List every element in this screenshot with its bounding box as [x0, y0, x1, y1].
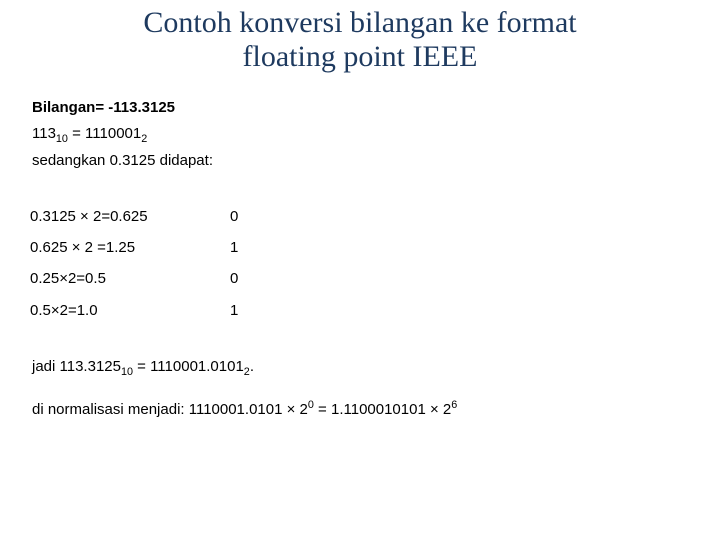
title-line-1: Contoh konversi bilangan ke format [143, 6, 576, 39]
step-row: 0.625 × 2 =1.25 1 [30, 232, 270, 263]
step-bit: 1 [230, 232, 270, 263]
norm-prefix: di normalisasi menjadi: 1110001.0101 × 2 [32, 401, 308, 418]
spacer [30, 175, 690, 201]
step-bit: 1 [230, 295, 270, 326]
jadi-prefix: jadi 113.3125 [32, 358, 121, 375]
int-dec: 113 [32, 125, 56, 142]
title-line-2: floating point IEEE [243, 40, 478, 73]
int-conversion-line: 11310 = 11100012 [30, 122, 690, 145]
step-calc: 0.25×2=0.5 [30, 263, 230, 294]
step-calc: 0.625 × 2 =1.25 [30, 232, 230, 263]
bilangan-line: Bilangan= -113.3125 [30, 96, 690, 119]
step-bit: 0 [230, 263, 270, 294]
int-bin-sub: 2 [141, 133, 147, 145]
step-row: 0.25×2=0.5 0 [30, 263, 270, 294]
step-bit: 0 [230, 201, 270, 232]
int-dec-sub: 10 [56, 133, 68, 145]
step-calc: 0.5×2=1.0 [30, 295, 230, 326]
norm-exp2: 6 [451, 399, 457, 411]
normalize-line: di normalisasi menjadi: 1110001.0101 × 2… [30, 398, 690, 421]
step-row: 0.3125 × 2=0.625 0 [30, 201, 270, 232]
fraction-steps-table: 0.3125 × 2=0.625 0 0.625 × 2 =1.25 1 0.2… [30, 201, 270, 326]
jadi-sub1: 10 [121, 366, 133, 378]
int-bin: 1110001 [85, 125, 141, 142]
norm-mid: = 1.1100010101 × 2 [314, 401, 451, 418]
spacer [30, 381, 690, 395]
step-row: 0.5×2=1.0 1 [30, 295, 270, 326]
jadi-mid: = 1110001.0101 [133, 358, 244, 375]
jadi-suffix: . [250, 358, 254, 375]
step-calc: 0.3125 × 2=0.625 [30, 201, 230, 232]
jadi-line: jadi 113.312510 = 1110001.01012. [30, 355, 690, 378]
spacer [30, 326, 690, 352]
int-eq: = [68, 125, 85, 142]
slide: Contoh konversi bilangan ke format float… [0, 0, 720, 540]
slide-title: Contoh konversi bilangan ke format float… [0, 6, 720, 93]
slide-content: Bilangan= -113.3125 11310 = 11100012 sed… [0, 96, 720, 421]
sedangkan-line: sedangkan 0.3125 didapat: [30, 149, 690, 172]
